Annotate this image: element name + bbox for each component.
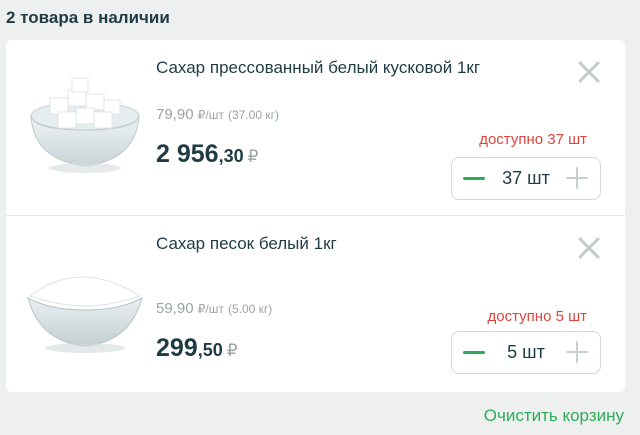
total-integer: 299 bbox=[156, 334, 198, 362]
clear-cart-link[interactable]: Очистить корзину bbox=[484, 406, 624, 426]
total-cents: ,50 bbox=[197, 340, 223, 360]
availability-label: доступно 37 шт bbox=[479, 131, 587, 148]
product-image-sugar-cubes[interactable] bbox=[20, 68, 150, 178]
product-image-granulated-sugar[interactable] bbox=[20, 246, 150, 356]
cart-header: 2 товара в наличии bbox=[6, 8, 170, 27]
cart-item: Сахар песок белый 1кг 59,90 ₽/шт (5.00 к… bbox=[6, 216, 625, 392]
unit-price: 79,90 ₽/шт (37.00 кг) bbox=[156, 106, 279, 123]
quantity-value[interactable]: 5 шт bbox=[494, 332, 558, 373]
item-total-price: 2 956,30 ₽ bbox=[156, 140, 258, 169]
product-title[interactable]: Сахар песок белый 1кг bbox=[156, 233, 516, 254]
unit-price: 59,90 ₽/шт (5.00 кг) bbox=[156, 300, 272, 317]
unit-price-value: 79,90 bbox=[156, 106, 194, 123]
item-total-price: 299,50 ₽ bbox=[156, 334, 238, 363]
unit-weight-note: (5.00 кг) bbox=[227, 302, 273, 316]
quantity-value[interactable]: 37 шт bbox=[494, 158, 558, 199]
availability-label: доступно 5 шт bbox=[487, 308, 587, 325]
unit-price-suffix: ₽/шт bbox=[197, 302, 224, 316]
increase-quantity-button[interactable] bbox=[558, 332, 598, 373]
currency-symbol: ₽ bbox=[226, 341, 238, 360]
increase-quantity-button[interactable] bbox=[558, 158, 598, 199]
cart-item: Сахар прессованный белый кусковой 1кг 79… bbox=[6, 40, 625, 216]
total-cents: ,30 bbox=[218, 146, 244, 166]
decrease-quantity-button[interactable] bbox=[454, 158, 494, 199]
unit-weight-note: (37.00 кг) bbox=[227, 108, 279, 122]
unit-price-value: 59,90 bbox=[156, 300, 194, 317]
cart-items-panel: Сахар прессованный белый кусковой 1кг 79… bbox=[6, 40, 625, 392]
remove-item-icon[interactable] bbox=[577, 60, 601, 84]
remove-item-icon[interactable] bbox=[577, 236, 601, 260]
total-integer: 2 956 bbox=[156, 140, 219, 168]
quantity-stepper: 37 шт bbox=[451, 157, 601, 200]
quantity-stepper: 5 шт bbox=[451, 331, 601, 374]
currency-symbol: ₽ bbox=[247, 147, 259, 166]
decrease-quantity-button[interactable] bbox=[454, 332, 494, 373]
unit-price-suffix: ₽/шт bbox=[197, 108, 224, 122]
product-title[interactable]: Сахар прессованный белый кусковой 1кг bbox=[156, 57, 516, 78]
